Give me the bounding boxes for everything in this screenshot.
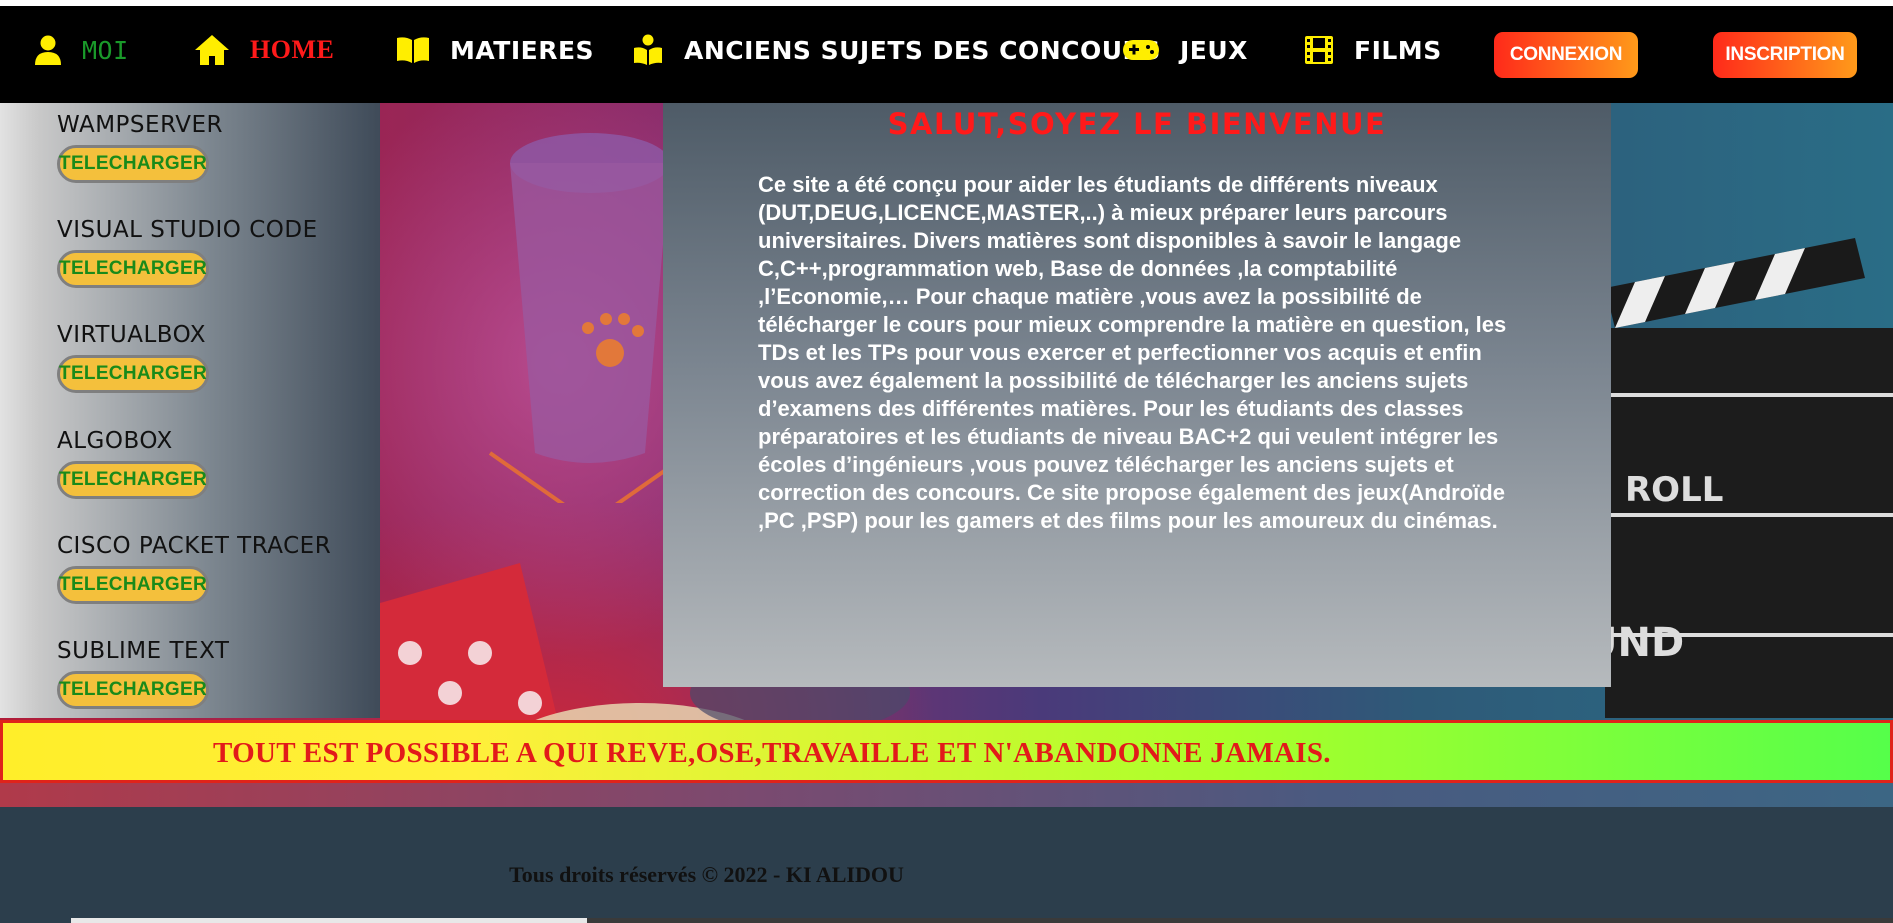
software-item-vscode: VISUAL STUDIO CODE TELECHARGER — [57, 216, 318, 288]
download-button[interactable]: TELECHARGER — [57, 355, 209, 393]
download-button[interactable]: TELECHARGER — [57, 461, 209, 499]
nav-anciens-label: ANCIENS SUJETS DES CONCOURS — [684, 35, 1161, 65]
software-title: WAMPSERVER — [57, 112, 224, 138]
copyright-text: Tous droits réservés © 2022 - KI ALIDOU — [509, 862, 904, 887]
download-button[interactable]: TELECHARGER — [57, 671, 209, 709]
film-clapper-image: ROLL UND — [1595, 238, 1893, 718]
download-button[interactable]: TELECHARGER — [57, 145, 209, 183]
motto-text: TOUT EST POSSIBLE A QUI REVE,OSE,TRAVAIL… — [213, 737, 1331, 769]
nav-anciens-sujets[interactable]: ANCIENS SUJETS DES CONCOURS — [632, 28, 1161, 72]
nav-moi[interactable]: MOI — [34, 28, 129, 72]
connexion-button[interactable]: CONNEXION — [1494, 32, 1638, 78]
inscription-button[interactable]: INSCRIPTION — [1713, 32, 1857, 78]
software-item-wampserver: WAMPSERVER TELECHARGER — [57, 111, 223, 183]
clapper-text-roll: ROLL — [1625, 470, 1723, 510]
nav-jeux[interactable]: JEUX — [1122, 28, 1248, 72]
software-title: ALGOBOX — [57, 428, 173, 454]
downloads-sidebar: WAMPSERVER TELECHARGER VISUAL STUDIO COD… — [0, 103, 380, 718]
nav-home-label: HOME — [250, 35, 335, 64]
software-item-algobox: ALGOBOX TELECHARGER — [57, 427, 209, 499]
software-title: VIRTUALBOX — [57, 322, 207, 348]
book-icon — [397, 37, 429, 63]
nav-home[interactable]: HOME — [194, 28, 334, 72]
nav-matieres[interactable]: MATIERES — [396, 28, 594, 72]
horizontal-scrollbar-track[interactable] — [587, 918, 1893, 923]
welcome-title: SALUT,SOYEZ LE BIENVENUE — [887, 107, 1387, 141]
welcome-description: Ce site a été conçu pour aider les étudi… — [758, 172, 1507, 533]
horizontal-scrollbar-thumb[interactable] — [71, 918, 587, 923]
nav-films[interactable]: FILMS — [1304, 28, 1442, 72]
nav-moi-label: MOI — [82, 35, 129, 65]
download-button[interactable]: TELECHARGER — [57, 566, 209, 604]
welcome-panel: SALUT,SOYEZ LE BIENVENUE Ce site a été c… — [663, 103, 1611, 687]
software-item-virtualbox: VIRTUALBOX TELECHARGER — [57, 321, 209, 393]
top-navbar: MOI HOME MATIERES ANCIENS SUJETS DES CON… — [0, 6, 1893, 103]
software-title: VISUAL STUDIO CODE — [57, 217, 318, 243]
nav-films-label: FILMS — [1354, 35, 1442, 65]
software-item-sublime: SUBLIME TEXT TELECHARGER — [57, 637, 229, 709]
footer: Tous droits réservés © 2022 - KI ALIDOU — [0, 807, 1893, 923]
film-icon — [1305, 36, 1333, 64]
software-title: CISCO PACKET TRACER — [57, 533, 332, 559]
software-title: SUBLIME TEXT — [57, 638, 230, 664]
motto-banner: TOUT EST POSSIBLE A QUI REVE,OSE,TRAVAIL… — [0, 720, 1893, 783]
nav-matieres-label: MATIERES — [450, 35, 595, 65]
nav-jeux-label: JEUX — [1180, 35, 1248, 65]
gamepad-icon — [1123, 40, 1159, 60]
hero-background-strip — [0, 783, 1893, 807]
home-icon — [195, 35, 229, 65]
reader-icon — [634, 34, 662, 65]
user-icon — [35, 35, 61, 65]
download-button[interactable]: TELECHARGER — [57, 250, 209, 288]
software-item-cisco: CISCO PACKET TRACER TELECHARGER — [57, 532, 331, 604]
